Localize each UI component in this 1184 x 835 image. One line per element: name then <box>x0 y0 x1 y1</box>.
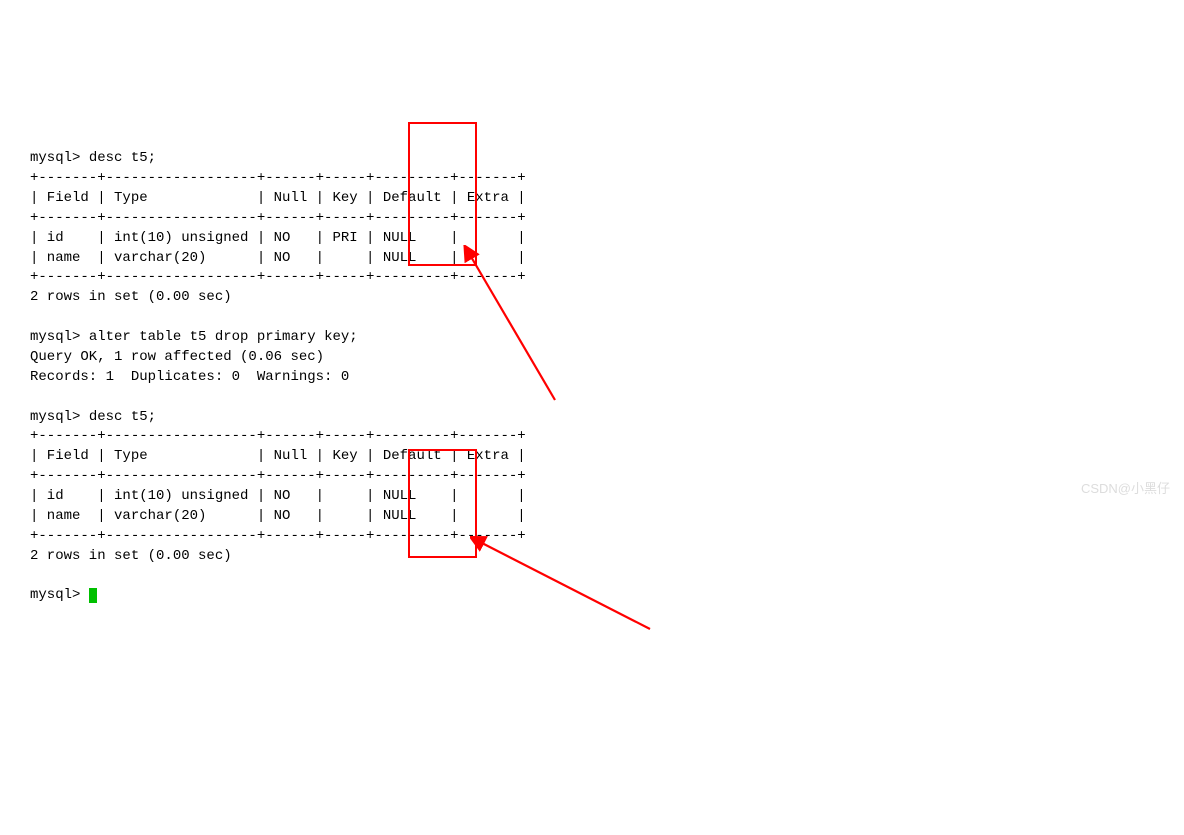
terminal-output: mysql> desc t5; +-------+---------------… <box>30 129 1154 686</box>
table1-header: | Field | Type | Null | Key | Default | … <box>30 190 526 206</box>
table1-border-top: +-------+------------------+------+-----… <box>30 170 526 186</box>
prompt: mysql> <box>30 409 80 425</box>
alter-result-b: Records: 1 Duplicates: 0 Warnings: 0 <box>30 369 349 385</box>
prompt: mysql> <box>30 329 80 345</box>
table1-row2: | name | varchar(20) | NO | | NULL | | <box>30 250 526 266</box>
command-desc-1: desc t5; <box>89 150 156 166</box>
command-desc-2: desc t5; <box>89 409 156 425</box>
table2-border-bot: +-------+------------------+------+-----… <box>30 528 526 544</box>
table2-row1: | id | int(10) unsigned | NO | | NULL | … <box>30 488 526 504</box>
cursor[interactable] <box>89 588 97 603</box>
table2-border-mid: +-------+------------------+------+-----… <box>30 468 526 484</box>
table1-row1: | id | int(10) unsigned | NO | PRI | NUL… <box>30 230 526 246</box>
prompt: mysql> <box>30 587 80 603</box>
table2-header: | Field | Type | Null | Key | Default | … <box>30 448 526 464</box>
alter-result-a: Query OK, 1 row affected (0.06 sec) <box>30 349 324 365</box>
table2-border-top: +-------+------------------+------+-----… <box>30 428 526 444</box>
prompt: mysql> <box>30 150 80 166</box>
table2-row2: | name | varchar(20) | NO | | NULL | | <box>30 508 526 524</box>
command-alter: alter table t5 drop primary key; <box>89 329 358 345</box>
summary1: 2 rows in set (0.00 sec) <box>30 289 232 305</box>
summary2: 2 rows in set (0.00 sec) <box>30 548 232 564</box>
table1-border-mid: +-------+------------------+------+-----… <box>30 210 526 226</box>
arrow-2 <box>470 534 670 654</box>
table1-border-bot: +-------+------------------+------+-----… <box>30 269 526 285</box>
